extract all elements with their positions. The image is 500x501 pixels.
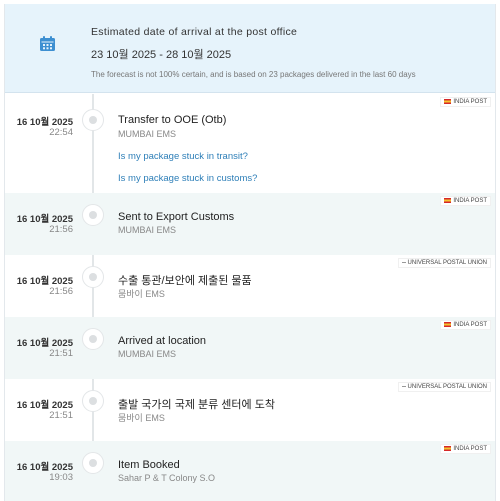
event-location: 뭄바이 EMS <box>118 289 165 299</box>
event-date: 16 10월 2025 <box>16 214 73 225</box>
event-time: 22:54 <box>49 127 73 138</box>
event-title: Item Booked <box>118 459 180 471</box>
india-flag-icon <box>444 99 452 104</box>
stuck-in-transit-link[interactable]: Is my package stuck in transit? <box>118 151 248 162</box>
event-date: 16 10월 2025 <box>16 400 73 411</box>
calendar-icon <box>40 36 55 51</box>
stuck-in-customs-link[interactable]: Is my package stuck in customs? <box>118 173 257 184</box>
event-row: INDIA POST 16 10월 2025 21:56 Sent to Exp… <box>5 193 495 255</box>
event-list: INDIA POST 16 10월 2025 22:54 Transfer to… <box>5 94 495 501</box>
eta-label: Estimated date of arrival at the post of… <box>91 26 298 38</box>
source-badge: INDIA POST <box>440 320 491 331</box>
india-flag-icon <box>444 198 452 203</box>
source-badge: INDIA POST <box>440 196 491 207</box>
source-badge: UNIVERSAL POSTAL UNION <box>397 258 491 268</box>
timeline-dot <box>82 328 104 350</box>
tracking-panel: Estimated date of arrival at the post of… <box>4 4 496 501</box>
event-location: MUMBAI EMS <box>118 129 177 139</box>
event-title: Transfer to OOE (Otb) <box>118 114 227 126</box>
event-time: 21:51 <box>49 410 73 421</box>
event-title: Arrived at location <box>118 335 207 347</box>
timeline-dot <box>82 390 104 412</box>
timeline-dot <box>82 109 104 131</box>
event-row: INDIA POST 16 10월 2025 21:51 Arrived at … <box>5 317 495 379</box>
timeline-dot <box>82 452 104 474</box>
source-badge: INDIA POST <box>440 97 491 108</box>
event-date: 16 10월 2025 <box>16 117 73 128</box>
india-flag-icon <box>444 446 452 451</box>
event-date: 16 10월 2025 <box>16 462 73 473</box>
source-badge: INDIA POST <box>440 444 491 455</box>
eta-dates: 23 10월 2025 - 28 10월 2025 <box>91 49 232 61</box>
event-row: INDIA POST 16 10월 2025 22:54 Transfer to… <box>5 94 495 193</box>
event-row: UNIVERSAL POSTAL UNION 16 10월 2025 21:51… <box>5 379 495 441</box>
timeline-dot <box>82 266 104 288</box>
eta-note: The forecast is not 100% certain, and is… <box>91 70 416 79</box>
event-time: 21:56 <box>49 286 73 297</box>
event-time: 19:03 <box>49 472 73 483</box>
event-location: 뭄바이 EMS <box>118 413 165 423</box>
event-date: 16 10월 2025 <box>16 338 73 349</box>
event-title: 수출 통관/보안에 제출된 물품 <box>118 275 252 287</box>
event-location: MUMBAI EMS <box>118 225 177 235</box>
india-flag-icon <box>444 322 452 327</box>
event-time: 21:51 <box>49 348 73 359</box>
timeline-dot <box>82 204 104 226</box>
event-title: 출발 국가의 국제 분류 센터에 도착 <box>118 399 275 411</box>
upu-icon <box>401 385 406 387</box>
event-location: Sahar P & T Colony S.O <box>118 473 216 483</box>
event-row: UNIVERSAL POSTAL UNION 16 10월 2025 21:56… <box>5 255 495 317</box>
event-date: 16 10월 2025 <box>16 276 73 287</box>
event-location: MUMBAI EMS <box>118 349 177 359</box>
event-row: INDIA POST 16 10월 2025 19:03 Item Booked… <box>5 441 495 501</box>
source-badge: UNIVERSAL POSTAL UNION <box>397 382 491 392</box>
event-time: 21:56 <box>49 224 73 235</box>
upu-icon <box>401 261 406 263</box>
event-title: Sent to Export Customs <box>118 211 235 223</box>
eta-banner: Estimated date of arrival at the post of… <box>5 4 495 93</box>
